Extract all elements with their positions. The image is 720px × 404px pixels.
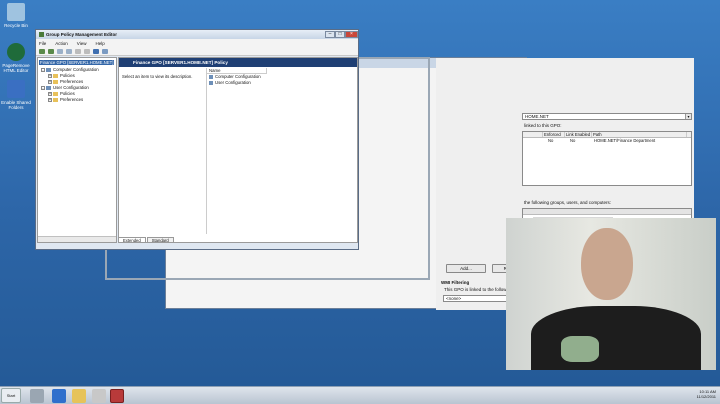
system-tray-clock[interactable]: 10:11 AM 11/12/2011 [697, 389, 716, 399]
gpo-app-icon [39, 32, 44, 37]
properties-icon[interactable] [102, 48, 108, 54]
refresh-icon[interactable] [75, 48, 81, 54]
cell-link-enabled: No [570, 138, 576, 143]
tree-user-label: User Configuration [53, 85, 89, 90]
description-text: Select an item to view its description. [122, 74, 193, 79]
wmi-filter-value: <none> [446, 296, 462, 301]
tree-policies-user[interactable]: + Policies [48, 91, 75, 96]
menu-help[interactable]: Help [95, 41, 104, 46]
tree-preferences-label: Preferences [60, 97, 84, 102]
view-tabs: Extended Standard [118, 237, 175, 243]
col-enforced[interactable]: Enforced [543, 132, 565, 137]
security-filter-label: the following groups, users, and compute… [524, 200, 612, 205]
menu-bar: File Action View Help [36, 39, 358, 47]
folder-icon [53, 73, 58, 78]
tree-root-label: Finance GPO [SERVER1.HOME.NET] [39, 60, 115, 65]
col-path[interactable]: Path [592, 132, 687, 137]
back-icon[interactable] [39, 48, 45, 54]
up-folder-icon[interactable] [57, 48, 63, 54]
tree-preferences-user[interactable]: + Preferences [48, 97, 83, 102]
explorer-icon[interactable] [72, 389, 86, 403]
tree-computer-label: Computer Configuration [53, 67, 99, 72]
user-config-icon [209, 81, 213, 85]
expand-icon[interactable]: + [48, 79, 52, 84]
cell-enforced: No [548, 138, 554, 143]
collapse-icon[interactable]: - [41, 67, 45, 72]
toolbar [36, 47, 358, 56]
domain-combo-value: HOME.NET [525, 114, 549, 119]
shared-folders-label: Enable Shared Folders [1, 100, 31, 110]
tree-policies-label: Policies [60, 91, 75, 96]
menu-file[interactable]: File [39, 41, 46, 46]
tree-horizontal-scrollbar[interactable] [38, 236, 116, 242]
maximize-button[interactable]: □ [335, 31, 345, 38]
list-item-label: User Configuration [215, 80, 251, 85]
tree-preferences-label: Preferences [60, 79, 84, 84]
collapse-icon[interactable]: - [41, 85, 45, 90]
tree-computer-configuration[interactable]: - Computer Configuration [41, 67, 99, 72]
notepad-icon[interactable] [92, 389, 106, 403]
help-icon[interactable] [93, 48, 99, 54]
security-list-header [523, 209, 691, 215]
cell-path: HOME.NET/Finance Department [594, 138, 656, 143]
editor-title: Group Policy Management Editor [46, 32, 118, 37]
start-label: Start [6, 393, 16, 398]
linked-label: linked to this GPO: [524, 123, 562, 128]
start-button[interactable]: Start [1, 388, 21, 403]
tree-policies-label: Policies [60, 73, 75, 78]
powershell-icon[interactable] [52, 389, 66, 403]
col-link-enabled[interactable]: Link Enabled [565, 132, 592, 137]
computer-config-icon [209, 75, 213, 79]
list-item[interactable]: User Configuration [207, 80, 357, 86]
server-manager-icon[interactable] [30, 389, 44, 403]
close-button[interactable]: × [345, 31, 358, 38]
taskbar: Start 10:11 AM 11/12/2011 [0, 386, 720, 404]
details-pane: Finance GPO [SERVER1.HOME.NET] Policy Se… [118, 57, 358, 243]
presenter-shirt [531, 306, 701, 370]
menu-view[interactable]: View [77, 41, 87, 46]
presenter-face [581, 228, 633, 300]
editor-titlebar[interactable]: Group Policy Management Editor – □ × [36, 30, 358, 39]
minimize-button[interactable]: – [325, 31, 335, 38]
forward-icon[interactable] [48, 48, 54, 54]
shirt-graphic [561, 336, 599, 362]
group-policy-editor-window: Group Policy Management Editor – □ × Fil… [35, 29, 359, 250]
tab-standard[interactable]: Standard [146, 237, 174, 243]
add-button[interactable]: Add... [446, 264, 486, 273]
links-list[interactable]: Enforced Link Enabled Path No No HOME.NE… [522, 131, 692, 186]
user-icon [46, 85, 51, 90]
webcam-video [506, 218, 716, 370]
html-editor-label: PageRemove HTML Editor [2, 63, 30, 73]
recycle-bin-icon[interactable]: Recycle Bin [0, 3, 36, 28]
recycle-bin-label: Recycle Bin [4, 23, 28, 28]
html-editor-shortcut-icon[interactable]: PageRemove HTML Editor [0, 43, 36, 73]
expand-icon[interactable]: + [48, 91, 52, 96]
tree-root[interactable]: Finance GPO [SERVER1.HOME.NET] [39, 60, 115, 65]
details-list[interactable]: Name Computer Configuration User Configu… [206, 68, 357, 234]
tree-policies-computer[interactable]: + Policies [48, 73, 75, 78]
computer-icon [46, 67, 51, 72]
tab-extended[interactable]: Extended [118, 237, 146, 243]
folder-icon [53, 79, 58, 84]
tree-user-configuration[interactable]: - User Configuration [41, 85, 89, 90]
details-header: Finance GPO [SERVER1.HOME.NET] Policy [119, 58, 357, 67]
console-tree[interactable]: Finance GPO [SERVER1.HOME.NET] - Compute… [37, 57, 117, 243]
wmi-filtering-title: WMI Filtering [441, 280, 470, 285]
tree-preferences-computer[interactable]: + Preferences [48, 79, 83, 84]
combo-arrow-icon[interactable]: ▾ [685, 114, 691, 119]
expand-icon[interactable]: + [48, 73, 52, 78]
clock-date: 11/12/2011 [696, 394, 716, 399]
shared-folders-shortcut-icon[interactable]: Enable Shared Folders [0, 80, 36, 110]
gpmc-taskbar-icon[interactable] [110, 389, 124, 403]
show-hide-tree-icon[interactable] [66, 48, 72, 54]
export-list-icon[interactable] [84, 48, 90, 54]
domain-combo[interactable]: HOME.NET ▾ [522, 113, 692, 120]
folder-icon [53, 97, 58, 102]
table-row[interactable]: No No HOME.NET/Finance Department [523, 138, 691, 144]
folder-icon [53, 91, 58, 96]
menu-action[interactable]: Action [55, 41, 68, 46]
expand-icon[interactable]: + [48, 97, 52, 102]
